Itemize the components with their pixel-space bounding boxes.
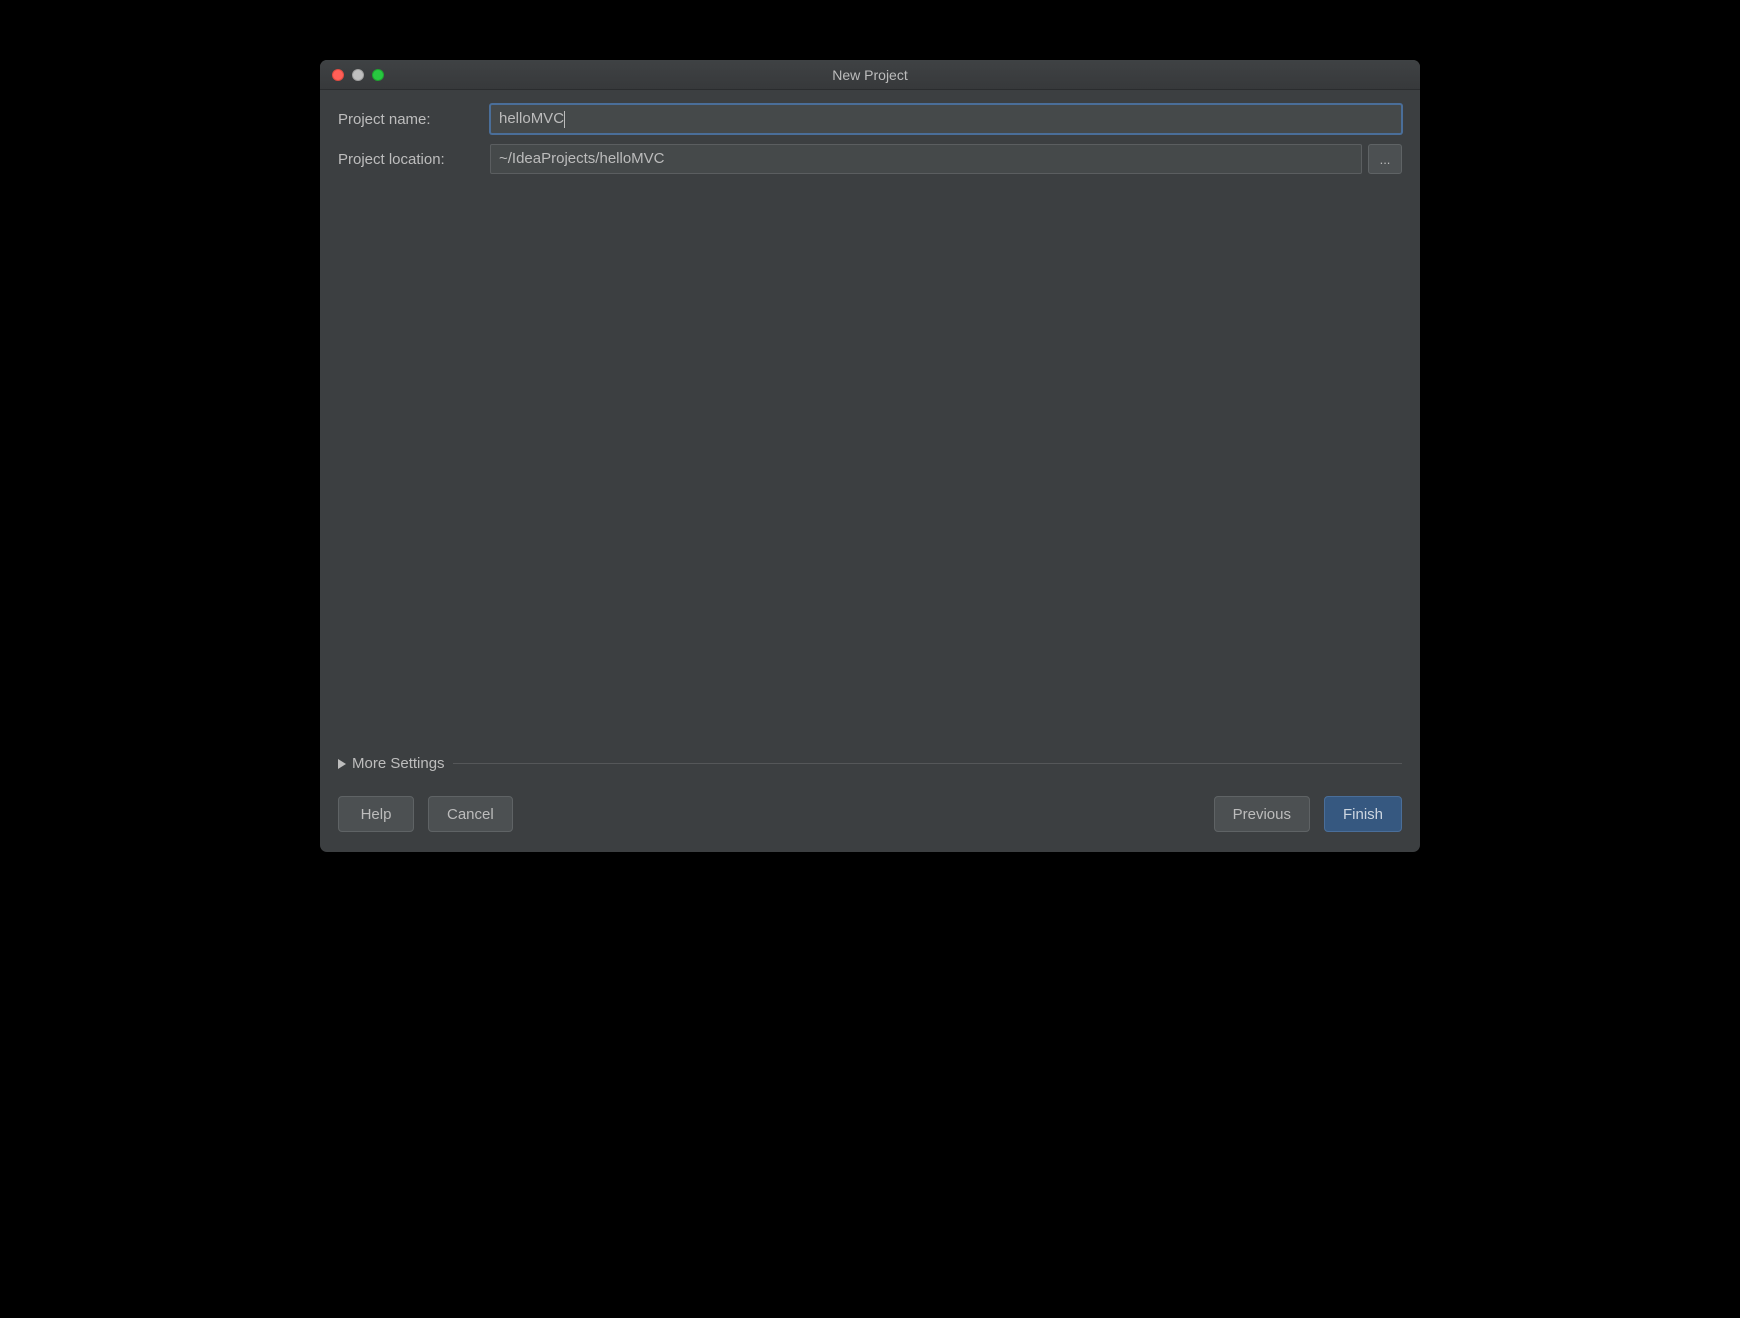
project-name-label: Project name: [338, 111, 490, 128]
separator [453, 763, 1402, 764]
chevron-right-icon [338, 759, 346, 769]
dialog-content: Project name: helloMVC Project location:… [320, 90, 1420, 852]
ellipsis-icon: ... [1380, 153, 1391, 166]
more-settings-label: More Settings [352, 755, 445, 772]
titlebar[interactable]: New Project [320, 60, 1420, 90]
project-location-row: Project location: ~/IdeaProjects/helloMV… [338, 144, 1402, 174]
minimize-icon[interactable] [352, 69, 364, 81]
previous-button[interactable]: Previous [1214, 796, 1310, 832]
help-button[interactable]: Help [338, 796, 414, 832]
project-location-input[interactable]: ~/IdeaProjects/helloMVC [490, 144, 1362, 174]
more-settings-toggle[interactable]: More Settings [338, 747, 1402, 782]
project-location-label: Project location: [338, 151, 490, 168]
window-controls [332, 69, 384, 81]
text-caret-icon [564, 111, 565, 128]
dialog-button-bar: Help Cancel Previous Finish [338, 782, 1402, 852]
close-icon[interactable] [332, 69, 344, 81]
maximize-icon[interactable] [372, 69, 384, 81]
new-project-dialog: New Project Project name: helloMVC Proje… [320, 60, 1420, 852]
project-name-row: Project name: helloMVC [338, 104, 1402, 134]
cancel-button[interactable]: Cancel [428, 796, 513, 832]
project-name-input[interactable]: helloMVC [490, 104, 1402, 134]
browse-location-button[interactable]: ... [1368, 144, 1402, 174]
window-title: New Project [320, 67, 1420, 83]
finish-button[interactable]: Finish [1324, 796, 1402, 832]
